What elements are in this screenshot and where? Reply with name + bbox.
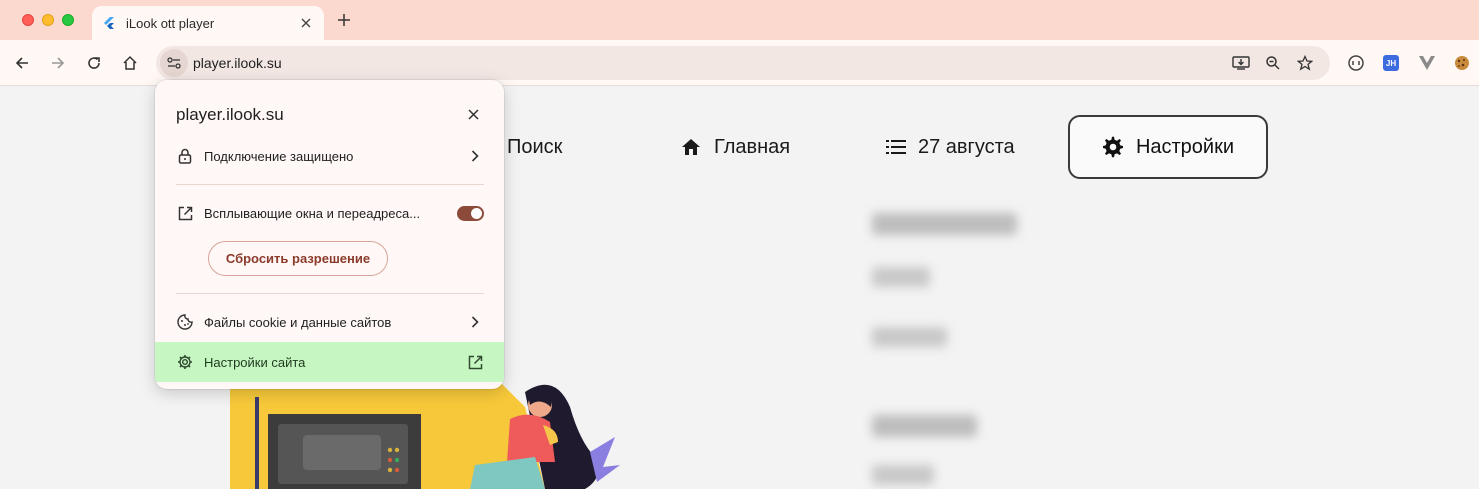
tab-strip: iLook ott player: [0, 0, 1479, 40]
window-zoom-button[interactable]: [62, 14, 74, 26]
chevron-right-icon: [468, 149, 482, 163]
lock-icon: [176, 147, 194, 165]
site-settings-label: Настройки сайта: [204, 354, 306, 370]
cookies-label: Файлы cookie и данные сайтов: [204, 314, 392, 330]
site-settings-row[interactable]: Настройки сайта: [155, 342, 504, 382]
tab-title: iLook ott player: [126, 15, 215, 31]
popups-redirects-label: Всплывающие окна и переадреса...: [204, 205, 421, 221]
list-icon: [886, 140, 906, 154]
settings-button-label: Настройки: [1135, 135, 1235, 158]
site-info-icon[interactable]: [160, 49, 188, 77]
gear-icon: [1102, 136, 1124, 158]
connection-secure-label: Подключение защищено: [204, 148, 354, 164]
settings-button[interactable]: Настройки: [1068, 115, 1268, 179]
reload-icon[interactable]: [83, 52, 105, 74]
site-info-popup: player.ilook.su Подключение защищено Всп…: [155, 80, 504, 389]
blurred-heading: [872, 415, 977, 437]
nav-date[interactable]: 27 августа: [886, 133, 1015, 161]
vue-extension-icon[interactable]: [1417, 53, 1437, 73]
blurred-item: [872, 327, 947, 347]
nav-search[interactable]: Поиск: [507, 133, 562, 161]
open-in-new-icon: [466, 353, 484, 371]
blurred-heading: [872, 213, 1017, 235]
chevron-right-icon: [468, 315, 482, 329]
popups-redirects-row[interactable]: Всплывающие окна и переадреса...: [155, 193, 504, 233]
popups-toggle[interactable]: [457, 205, 484, 221]
nav-home-label: Главная: [714, 135, 791, 158]
cookie-extension-icon[interactable]: [1452, 53, 1472, 73]
window-minimize-button[interactable]: [42, 14, 54, 26]
zoom-icon[interactable]: [1263, 53, 1283, 73]
extension-circle-icon[interactable]: [1346, 53, 1366, 73]
install-app-icon[interactable]: [1231, 53, 1251, 73]
url-text[interactable]: player.ilook.su: [193, 55, 282, 71]
connection-secure-row[interactable]: Подключение защищено: [155, 136, 504, 176]
popup-title: player.ilook.su: [176, 105, 284, 124]
reset-permission-button[interactable]: Сбросить разрешение: [208, 241, 388, 276]
jh-extension-icon[interactable]: JH: [1381, 53, 1401, 73]
cookie-icon: [176, 313, 194, 331]
new-tab-icon[interactable]: [334, 10, 354, 30]
window-close-button[interactable]: [22, 14, 34, 26]
close-icon[interactable]: [464, 105, 482, 123]
bookmark-star-icon[interactable]: [1295, 53, 1315, 73]
cookies-row[interactable]: Файлы cookie и данные сайтов: [155, 302, 504, 342]
browser-tab[interactable]: iLook ott player: [92, 6, 324, 40]
blurred-item: [872, 465, 934, 485]
home-icon[interactable]: [119, 52, 141, 74]
nav-home[interactable]: Главная: [680, 133, 790, 161]
flutter-favicon-icon: [102, 16, 116, 30]
nav-search-label: Поиск: [507, 135, 563, 158]
divider: [176, 293, 484, 294]
address-bar[interactable]: player.ilook.su: [156, 46, 1330, 80]
close-tab-icon[interactable]: [298, 15, 314, 31]
nav-date-label: 27 августа: [918, 135, 1015, 158]
blurred-item: [872, 267, 930, 287]
home-icon: [680, 137, 702, 157]
gear-icon: [176, 353, 194, 371]
back-icon[interactable]: [11, 52, 33, 74]
divider: [176, 184, 484, 185]
open-in-new-icon: [176, 204, 194, 222]
forward-icon[interactable]: [47, 52, 69, 74]
